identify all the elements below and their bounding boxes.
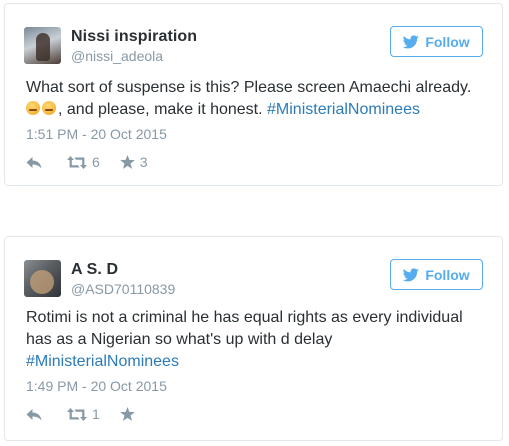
tweet-text-line: Rotimi is not a criminal he has equal ri… bbox=[26, 309, 463, 326]
reply-icon bbox=[26, 408, 42, 420]
like-count: 3 bbox=[139, 154, 148, 170]
tweet-text: What sort of suspense is this? Please sc… bbox=[26, 77, 486, 121]
star-icon bbox=[119, 155, 135, 169]
retweet-button[interactable]: 6 bbox=[67, 152, 100, 172]
reply-button[interactable] bbox=[26, 404, 45, 424]
user-handle[interactable]: @ASD70110839 bbox=[71, 281, 175, 297]
follow-button[interactable]: Follow bbox=[390, 259, 483, 290]
avatar[interactable] bbox=[24, 27, 61, 64]
follow-label: Follow bbox=[425, 33, 470, 50]
angry-face-emoji bbox=[42, 101, 56, 115]
bird-icon bbox=[403, 267, 420, 281]
tweet-text-line: , and please, make it honest. #Ministeri… bbox=[26, 99, 486, 121]
tweet-actions: 1 bbox=[26, 404, 135, 424]
favorite-button[interactable]: 3 bbox=[119, 152, 148, 172]
star-icon bbox=[119, 407, 135, 421]
hashtag-link[interactable]: #MinisterialNominees bbox=[26, 353, 179, 370]
tweet-text: Rotimi is not a criminal he has equal ri… bbox=[26, 307, 486, 373]
retweet-button[interactable]: 1 bbox=[67, 404, 100, 424]
favorite-button[interactable] bbox=[119, 404, 135, 424]
reply-icon bbox=[26, 156, 42, 168]
angry-face-emoji bbox=[26, 101, 40, 115]
retweet-count: 6 bbox=[92, 154, 100, 170]
tweet-text-line: has as a Nigerian so what's up with d de… bbox=[26, 331, 333, 348]
reply-button[interactable] bbox=[26, 152, 45, 172]
tweet-text-fragment: , and please, make it honest. bbox=[58, 101, 268, 118]
tweet-card: Nissi inspiration @nissi_adeola Follow W… bbox=[4, 3, 503, 186]
follow-button[interactable]: Follow bbox=[390, 26, 483, 57]
user-name[interactable]: Nissi inspiration bbox=[71, 28, 197, 46]
hashtag-link[interactable]: #MinisterialNominees bbox=[267, 101, 420, 118]
follow-label: Follow bbox=[425, 266, 470, 283]
retweet-icon bbox=[67, 407, 87, 421]
tweet-timestamp[interactable]: 1:51 PM - 20 Oct 2015 bbox=[26, 126, 167, 142]
retweet-icon bbox=[67, 155, 87, 169]
user-handle[interactable]: @nissi_adeola bbox=[71, 48, 163, 64]
bird-icon bbox=[403, 34, 420, 48]
user-name[interactable]: A S. D bbox=[71, 261, 118, 279]
avatar[interactable] bbox=[24, 260, 61, 297]
tweet-actions: 6 3 bbox=[26, 152, 148, 172]
tweet-text-line: What sort of suspense is this? Please sc… bbox=[26, 79, 472, 96]
retweet-count: 1 bbox=[92, 406, 100, 422]
tweet-card: A S. D @ASD70110839 Follow Rotimi is not… bbox=[4, 236, 503, 441]
tweet-timestamp[interactable]: 1:49 PM - 20 Oct 2015 bbox=[26, 378, 167, 394]
